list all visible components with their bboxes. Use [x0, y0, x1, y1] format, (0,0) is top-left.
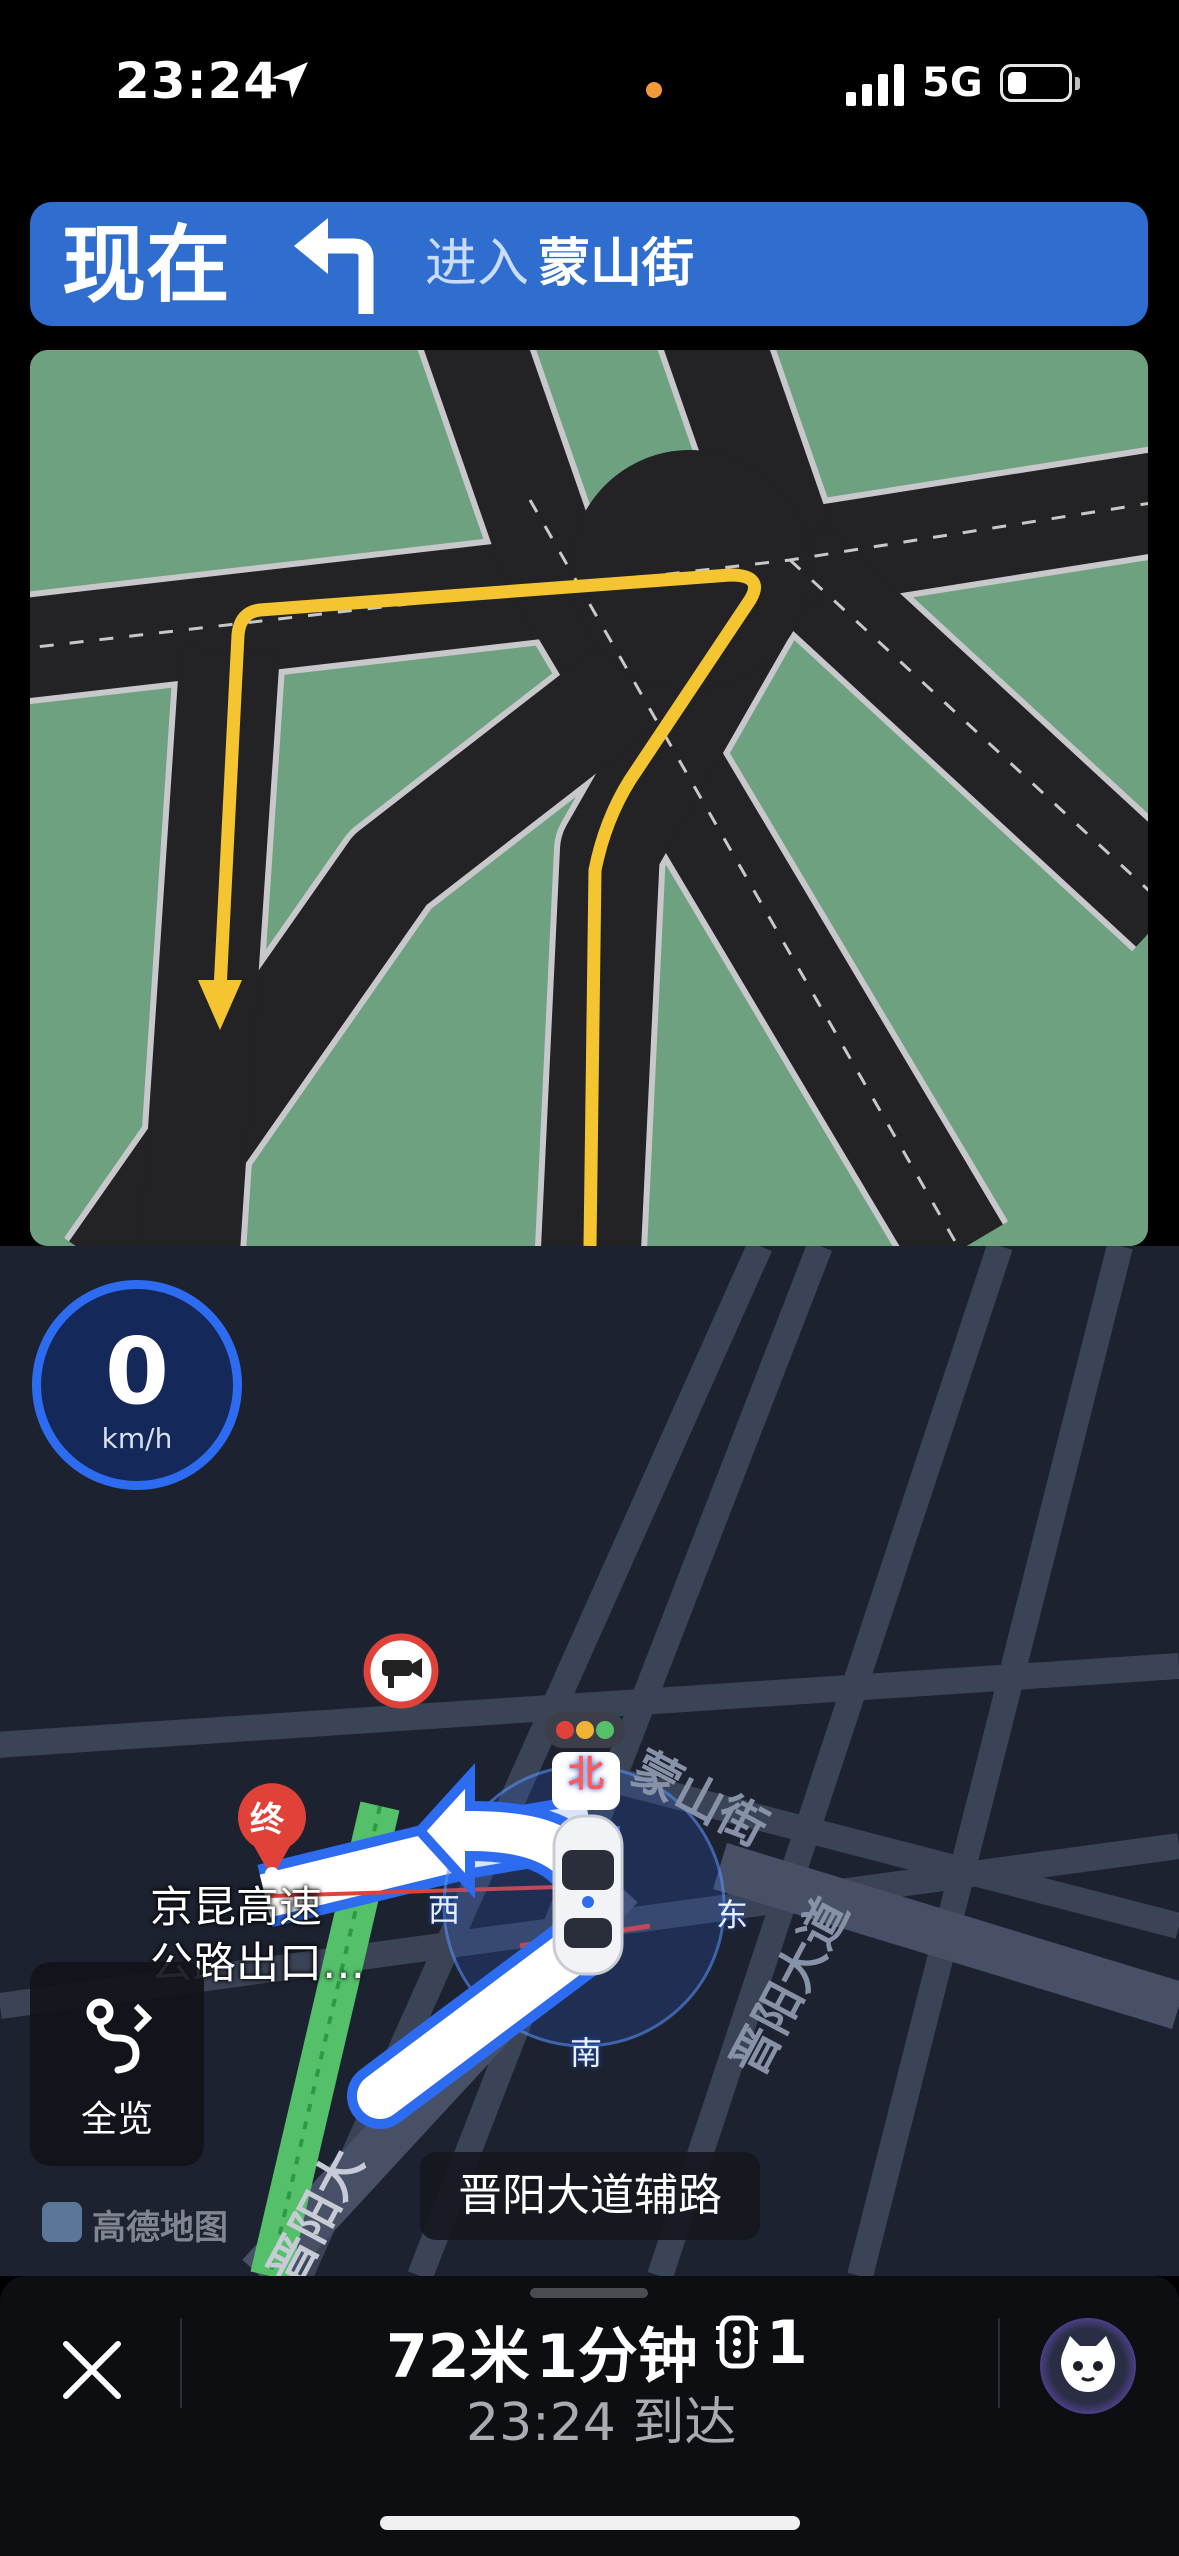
guidance-when: 现在: [62, 216, 231, 314]
panel-drag-handle[interactable]: [530, 2288, 648, 2298]
compass-north: 北: [568, 1754, 605, 1795]
speed-value: 0: [104, 1318, 169, 1425]
voice-assistant-button[interactable]: [1040, 2318, 1136, 2414]
divider: [180, 2318, 182, 2408]
traffic-light-icon: [545, 1712, 625, 1748]
speed-camera-icon: [363, 1633, 439, 1709]
status-time: 23:24: [115, 52, 280, 110]
voice-assistant-icon: [1061, 2336, 1115, 2392]
destination-marker-label: 终: [250, 1800, 284, 1840]
turn-left-icon: [294, 218, 374, 314]
compass-east: 东: [716, 1896, 749, 1934]
traffic-light-icon: [716, 2315, 758, 2369]
battery-tip: [1075, 77, 1080, 90]
amap-logo: 高德地图: [92, 2208, 228, 2248]
compass-west: 西: [428, 1891, 461, 1929]
amap-logo-icon: [42, 2202, 82, 2242]
divider: [998, 2318, 1000, 2408]
car-icon: [552, 1814, 624, 1976]
poi-label-line1: 京昆高速: [150, 1883, 322, 1933]
junction-view: [30, 350, 1148, 1246]
close-icon[interactable]: [52, 2330, 132, 2410]
current-road-label: 晋阳大道辅路: [420, 2152, 760, 2240]
route-overview-icon: [86, 1998, 153, 2074]
traffic-light-count: 1: [766, 2308, 808, 2378]
signal-bars-icon: [846, 64, 904, 106]
guidance-road-name: 蒙山街: [538, 234, 695, 294]
home-indicator[interactable]: [380, 2516, 800, 2530]
guidance-action: 进入: [425, 234, 530, 294]
speed-unit: km/h: [101, 1422, 173, 1455]
overview-label: 全览: [80, 2099, 153, 2140]
compass-south: 南: [570, 2034, 603, 2072]
network-type: 5G: [922, 60, 983, 106]
arrival-time: 23:24 到达: [466, 2393, 737, 2453]
junction-illustration: [30, 350, 1148, 1246]
location-arrow-icon: [272, 62, 308, 98]
battery-icon: [1000, 64, 1072, 102]
mic-indicator-dot: [646, 82, 662, 98]
